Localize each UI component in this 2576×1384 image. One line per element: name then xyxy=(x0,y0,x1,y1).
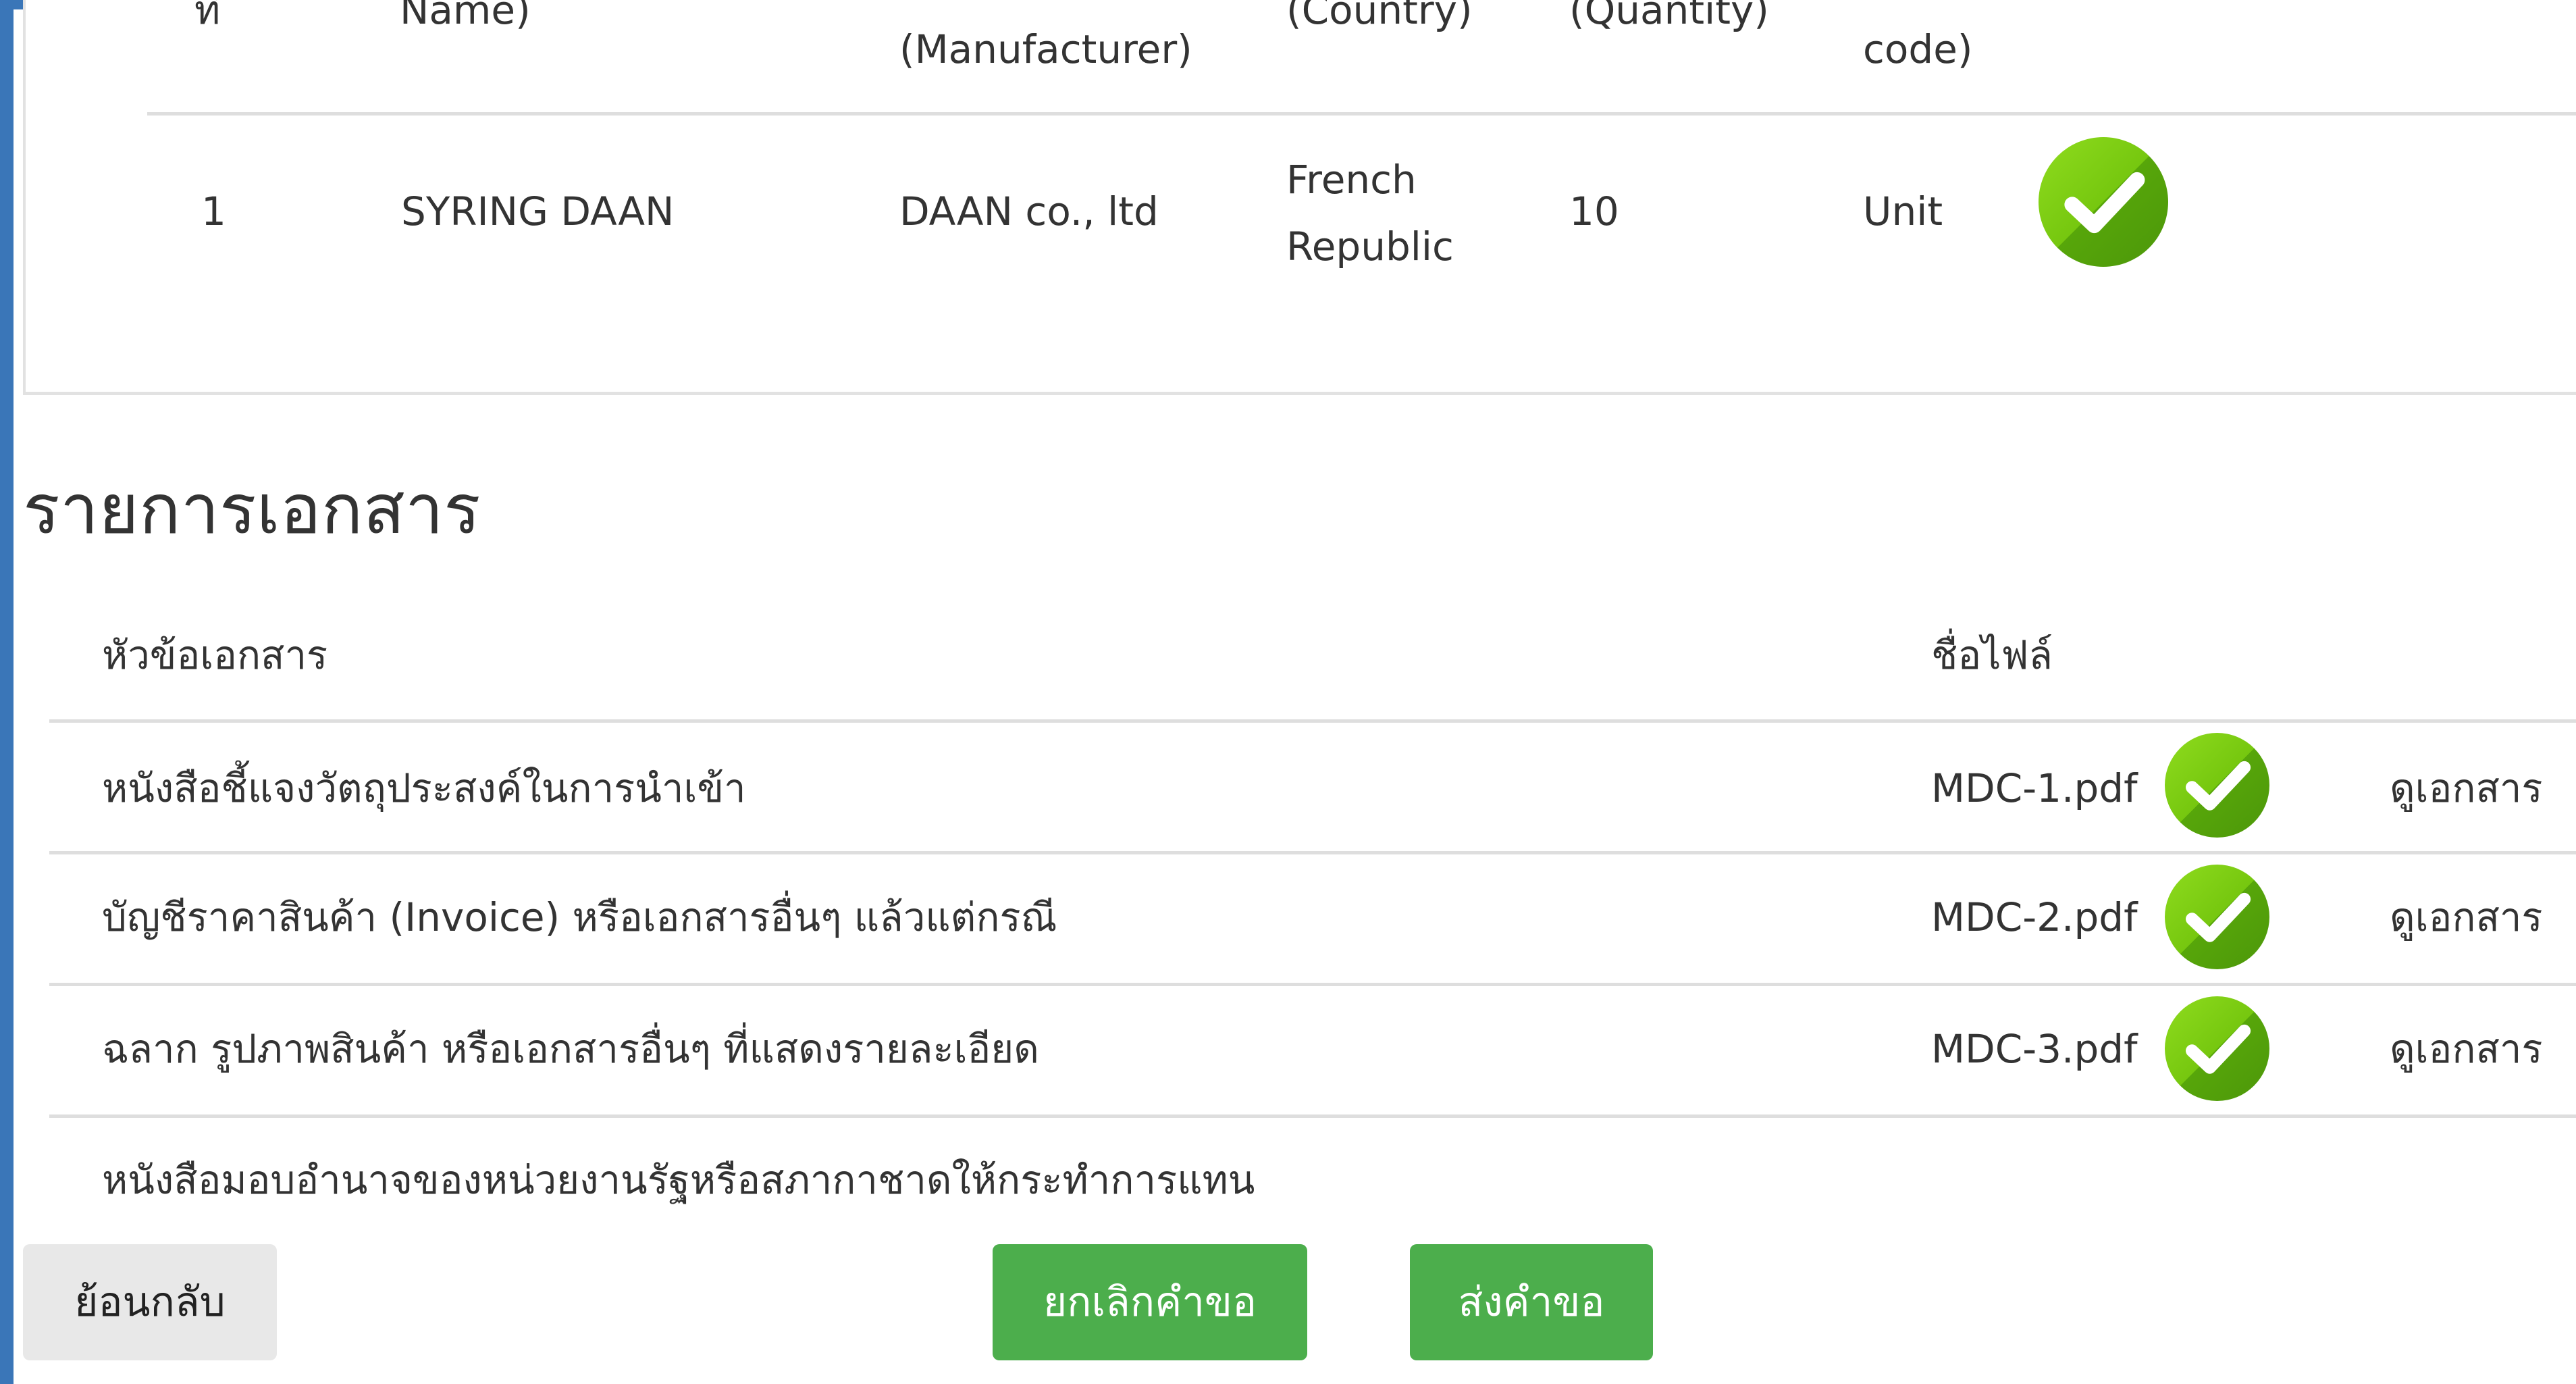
table-header-divider xyxy=(147,112,2576,116)
product-row-name: SYRING DAAN xyxy=(401,188,675,234)
check-icon xyxy=(2165,865,2269,969)
window-frame-left xyxy=(0,0,14,1384)
check-icon xyxy=(2039,137,2168,267)
product-table-panel: ที่ Name) (Manufacturer) (Country) (Quan… xyxy=(23,0,2576,395)
submit-request-button[interactable]: ส่งคำขอ xyxy=(1410,1244,1653,1360)
view-document-link-3[interactable]: ดูเอกสาร xyxy=(2390,1015,2543,1083)
product-row-quantity: 10 xyxy=(1569,188,1619,234)
check-icon xyxy=(2165,733,2269,838)
header-number: ที่ xyxy=(194,0,221,33)
documents-header-topic: หัวข้อเอกสาร xyxy=(102,632,328,678)
check-icon xyxy=(2165,996,2269,1101)
document-topic-2: บัญชีราคาสินค้า (Invoice) หรือเอกสารอื่น… xyxy=(102,894,1057,940)
view-document-link-2[interactable]: ดูเอกสาร xyxy=(2390,883,2543,951)
document-topic-3: ฉลาก รูปภาพสินค้า หรือเอกสารอื่นๆ ที่แสด… xyxy=(102,1026,1039,1072)
product-row-number: 1 xyxy=(201,188,226,234)
header-unit-code: code) xyxy=(1863,26,1973,72)
document-file-1[interactable]: MDC-1.pdf xyxy=(1931,754,2138,822)
cancel-request-button[interactable]: ยกเลิกคำขอ xyxy=(993,1244,1307,1360)
documents-section-title: รายการเอกสาร xyxy=(23,469,481,550)
header-name: Name) xyxy=(400,0,531,33)
product-row-country-line1: French xyxy=(1286,157,1417,203)
documents-header-divider xyxy=(49,719,2576,723)
product-row-manufacturer: DAAN co., ltd xyxy=(899,188,1159,234)
product-row-country-line2: Republic xyxy=(1286,224,1454,270)
documents-header-filename: ชื่อไฟล์ xyxy=(1931,632,2053,678)
product-row-unit: Unit xyxy=(1863,188,1943,234)
header-manufacturer: (Manufacturer) xyxy=(899,26,1192,72)
back-button[interactable]: ย้อนกลับ xyxy=(23,1244,277,1360)
document-file-2[interactable]: MDC-2.pdf xyxy=(1931,883,2138,951)
documents-row-divider xyxy=(49,983,2576,986)
document-file-3[interactable]: MDC-3.pdf xyxy=(1931,1015,2138,1083)
documents-row-divider xyxy=(49,851,2576,854)
header-country: (Country) xyxy=(1286,0,1473,33)
document-topic-4: หนังสือมอบอำนาจของหน่วยงานรัฐหรือสภากาชา… xyxy=(102,1157,1255,1203)
documents-row-divider xyxy=(49,1114,2576,1118)
view-document-link-1[interactable]: ดูเอกสาร xyxy=(2390,754,2543,822)
header-quantity: (Quantity) xyxy=(1569,0,1769,33)
document-topic-1: หนังสือชี้แจงวัตถุประสงค์ในการนำเข้า xyxy=(102,765,746,811)
